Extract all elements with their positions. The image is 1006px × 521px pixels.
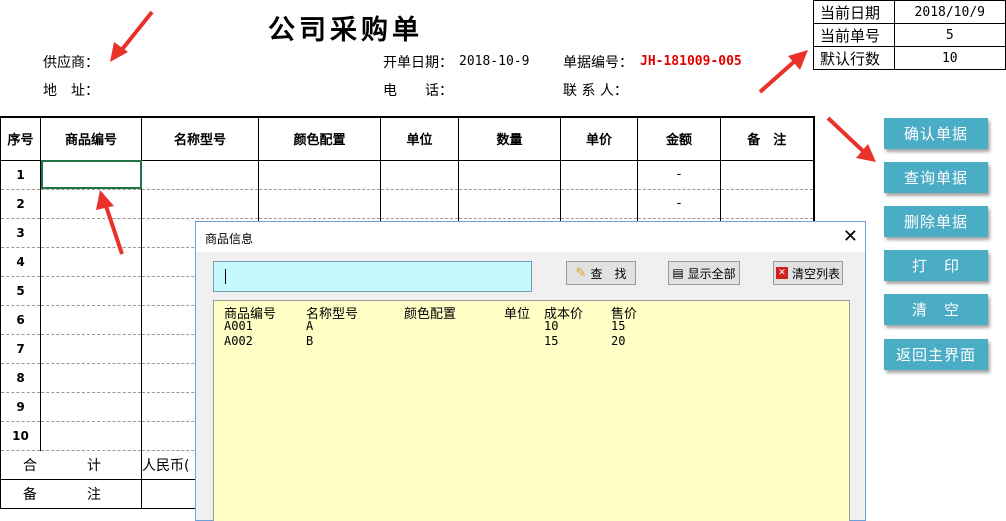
table-row: 1 -	[0, 160, 815, 190]
arrow-icon	[826, 116, 876, 162]
table-cell[interactable]	[40, 421, 142, 451]
arrow-icon	[96, 190, 124, 255]
col-header-unit-price[interactable]: 单价	[560, 116, 638, 161]
row-index[interactable]: 3	[0, 218, 41, 248]
dialog-titlebar[interactable]: 商品信息 ✕	[196, 222, 865, 252]
back-to-main-button[interactable]: 返回主界面	[884, 339, 988, 370]
total-label: 合 计	[0, 450, 142, 480]
table-cell[interactable]	[560, 189, 638, 219]
table-cell[interactable]	[380, 189, 459, 219]
text-caret	[225, 269, 226, 284]
col-header-quantity[interactable]: 数量	[458, 116, 561, 161]
find-button[interactable]: ✎ 查 找	[566, 261, 636, 285]
table-cell[interactable]	[40, 334, 142, 364]
amount-cell[interactable]: -	[637, 160, 721, 190]
find-icon: ✎	[575, 265, 587, 281]
current-date-key: 当前日期	[813, 0, 895, 24]
table-cell[interactable]	[141, 160, 259, 190]
address-label: 地 址：	[43, 83, 99, 99]
dialog-title: 商品信息	[205, 232, 254, 246]
arrow-icon	[110, 10, 154, 62]
col-header-index[interactable]: 序号	[0, 116, 41, 161]
supplier-label: 供应商：	[43, 55, 99, 71]
table-cell[interactable]	[40, 392, 142, 422]
doc-no-value: JH-181009-005	[640, 54, 742, 69]
col-header-remark[interactable]: 备 注	[720, 116, 815, 161]
col-header-unit[interactable]: 单位	[380, 116, 459, 161]
list-icon: ▤	[672, 266, 684, 280]
table-cell[interactable]	[40, 276, 142, 306]
table-cell[interactable]	[40, 363, 142, 393]
product-list[interactable]: 商品编号 名称型号 颜色配置 单位 成本价 售价 A001 A 10 15 A0…	[213, 300, 850, 521]
table-cell[interactable]	[560, 160, 638, 190]
table-cell[interactable]	[458, 160, 561, 190]
default-rows-value[interactable]: 10	[893, 46, 1006, 70]
row-index[interactable]: 5	[0, 276, 41, 306]
table-cell[interactable]	[258, 189, 381, 219]
open-date-value: 2018-10-9	[459, 54, 530, 69]
table-cell[interactable]	[720, 189, 815, 219]
table-cell[interactable]	[258, 160, 381, 190]
clear-list-button[interactable]: ✕ 清空列表	[773, 261, 843, 285]
row-index[interactable]: 6	[0, 305, 41, 335]
row-index[interactable]: 2	[0, 189, 41, 219]
search-input[interactable]	[213, 261, 532, 292]
col-header-product-code[interactable]: 商品编号	[40, 116, 142, 161]
table-cell[interactable]	[141, 189, 259, 219]
row-index[interactable]: 8	[0, 363, 41, 393]
row-index[interactable]: 10	[0, 421, 41, 451]
phone-label: 电 话：	[383, 83, 453, 99]
row-index[interactable]: 9	[0, 392, 41, 422]
print-button[interactable]: 打 印	[884, 250, 988, 281]
table-cell[interactable]	[458, 189, 561, 219]
doc-no-label: 单据编号：	[563, 55, 633, 71]
clear-icon: ✕	[775, 267, 788, 279]
query-doc-button[interactable]: 查询单据	[884, 162, 988, 193]
table-cell[interactable]	[380, 160, 459, 190]
row-index[interactable]: 1	[0, 160, 41, 190]
row-index[interactable]: 4	[0, 247, 41, 277]
close-icon[interactable]: ✕	[843, 226, 858, 247]
col-header-amount[interactable]: 金额	[637, 116, 721, 161]
table-cell[interactable]	[720, 160, 815, 190]
confirm-doc-button[interactable]: 确认单据	[884, 118, 988, 149]
arrow-icon	[758, 50, 808, 94]
info-box: 当前日期 2018/10/9 当前单号 5 默认行数 10	[813, 0, 1006, 70]
product-info-dialog: 商品信息 ✕ ✎ 查 找 ▤ 显示全部 ✕ 清空列表 商品编号 名称型号 颜色配…	[195, 221, 866, 521]
current-date-value[interactable]: 2018/10/9	[893, 0, 1006, 24]
show-all-button[interactable]: ▤ 显示全部	[668, 261, 740, 285]
product-code-cell-selected[interactable]	[40, 160, 142, 190]
row-index[interactable]: 7	[0, 334, 41, 364]
col-header-color-config[interactable]: 颜色配置	[258, 116, 381, 161]
clear-button[interactable]: 清 空	[884, 294, 988, 325]
table-cell[interactable]	[40, 305, 142, 335]
col-header-name-model[interactable]: 名称型号	[141, 116, 259, 161]
contact-label: 联 系 人：	[563, 83, 628, 99]
delete-doc-button[interactable]: 删除单据	[884, 206, 988, 237]
remark-label: 备 注	[0, 479, 142, 509]
page-title: 公司采购单	[268, 15, 423, 46]
open-date-label: 开单日期：	[383, 55, 453, 71]
default-rows-key: 默认行数	[813, 46, 895, 70]
amount-cell[interactable]: -	[637, 189, 721, 219]
current-no-value[interactable]: 5	[893, 23, 1006, 47]
current-no-key: 当前单号	[813, 23, 895, 47]
